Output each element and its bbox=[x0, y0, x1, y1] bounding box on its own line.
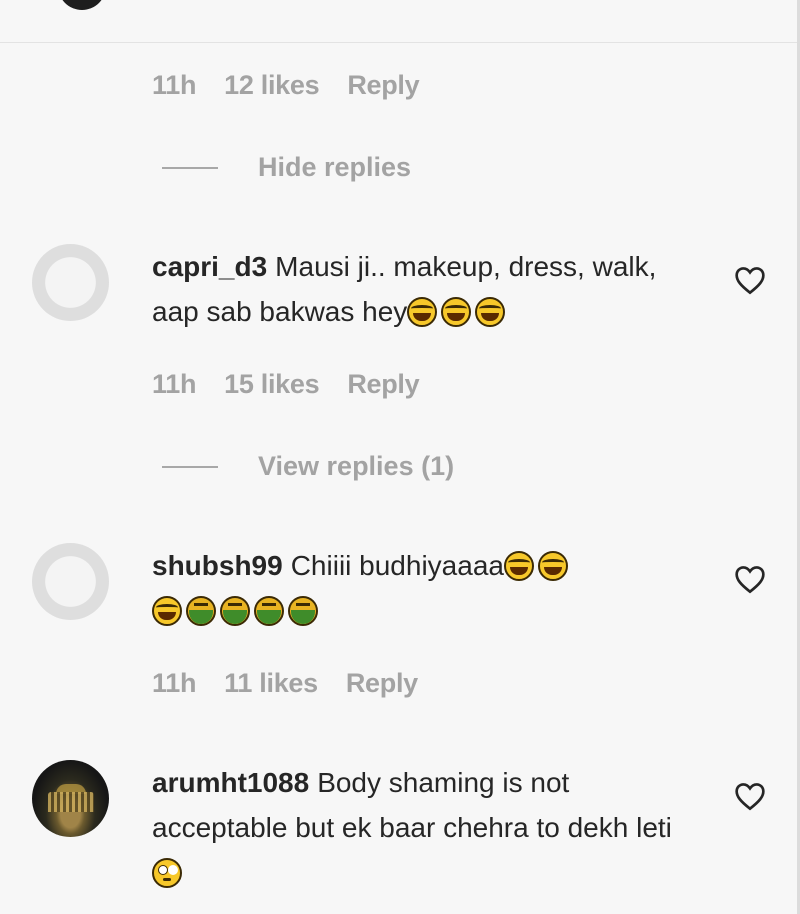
face-with-rolling-eyes-icon bbox=[152, 858, 182, 888]
hide-replies-button[interactable]: Hide replies bbox=[162, 152, 411, 183]
comment-likes[interactable]: 11 likes bbox=[224, 668, 318, 699]
reply-button[interactable]: Reply bbox=[346, 668, 418, 699]
face-with-tears-of-joy-icon bbox=[152, 596, 182, 626]
comment-username[interactable]: shubsh99 bbox=[152, 550, 283, 581]
nauseated-face-icon bbox=[254, 596, 284, 626]
comment-likes[interactable]: 12 likes bbox=[224, 70, 319, 101]
divider bbox=[0, 42, 797, 43]
face-with-tears-of-joy-icon bbox=[537, 551, 568, 581]
comment-username[interactable]: capri_d3 bbox=[152, 251, 267, 282]
heart-outline-icon[interactable] bbox=[734, 265, 766, 295]
reply-button[interactable]: Reply bbox=[347, 369, 419, 400]
view-replies-label: View replies (1) bbox=[258, 451, 455, 481]
comment-text: capri_d3 Mausi ji.. makeup, dress, walk, … bbox=[152, 244, 692, 334]
comment-meta: 11h 11 likes Reply bbox=[152, 668, 418, 699]
avatar[interactable] bbox=[32, 244, 109, 321]
face-with-tears-of-joy-icon bbox=[475, 297, 506, 327]
nauseated-face-icon bbox=[220, 596, 250, 626]
face-with-tears-of-joy-icon bbox=[503, 551, 534, 581]
nauseated-face-icon bbox=[288, 596, 318, 626]
comment-username[interactable]: arumht1088 bbox=[152, 767, 309, 798]
comment-body: Chiiii budhiyaaaa bbox=[290, 550, 504, 581]
face-with-tears-of-joy-icon bbox=[441, 297, 472, 327]
comment-time[interactable]: 11h bbox=[152, 70, 196, 101]
hide-replies-label: Hide replies bbox=[258, 152, 412, 182]
comment-time[interactable]: 11h bbox=[152, 369, 196, 400]
heart-outline-icon[interactable] bbox=[734, 781, 766, 811]
avatar[interactable] bbox=[32, 543, 109, 620]
comment-meta: 11h 12 likes Reply bbox=[152, 70, 420, 101]
comment-likes[interactable]: 15 likes bbox=[224, 369, 319, 400]
avatar-photo-detail bbox=[48, 792, 94, 812]
avatar[interactable] bbox=[32, 760, 109, 837]
face-with-tears-of-joy-icon bbox=[407, 297, 438, 327]
thread-line bbox=[162, 166, 218, 169]
thread-line bbox=[162, 465, 218, 468]
comment-text: shubsh99 Chiiii budhiyaaaa bbox=[152, 543, 692, 633]
heart-outline-icon[interactable] bbox=[734, 564, 766, 594]
comment-text: arumht1088 Body shaming is not acceptable… bbox=[152, 760, 672, 895]
view-replies-button[interactable]: View replies (1) bbox=[162, 451, 454, 482]
reply-button[interactable]: Reply bbox=[347, 70, 419, 101]
nauseated-face-icon bbox=[186, 596, 216, 626]
previous-comment-avatar[interactable] bbox=[58, 0, 106, 10]
comment-time[interactable]: 11h bbox=[152, 668, 196, 699]
comment-meta: 11h 15 likes Reply bbox=[152, 369, 420, 400]
